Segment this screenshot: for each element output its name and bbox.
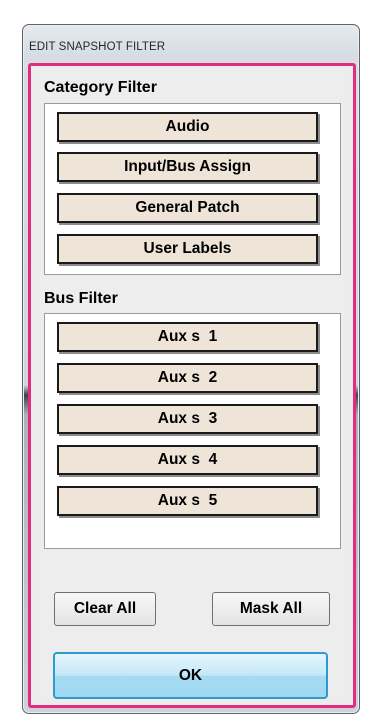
edit-snapshot-filter-window: EDIT SNAPSHOT FILTER Category Filter Aud…: [22, 24, 360, 714]
aux-1-button[interactable]: Aux s 1: [57, 322, 318, 352]
bus-filter-label: Bus Filter: [44, 290, 118, 307]
aux-2-button[interactable]: Aux s 2: [57, 363, 318, 393]
general-patch-button[interactable]: General Patch: [57, 193, 318, 223]
dialog-panel: Category Filter Audio Input/Bus Assign G…: [34, 69, 350, 702]
title-bar[interactable]: EDIT SNAPSHOT FILTER: [29, 37, 165, 53]
category-filter-box: Audio Input/Bus Assign General Patch Use…: [44, 103, 341, 275]
clear-all-button[interactable]: Clear All: [54, 592, 156, 626]
input-bus-assign-button[interactable]: Input/Bus Assign: [57, 152, 318, 182]
window-title: EDIT SNAPSHOT FILTER: [29, 41, 166, 53]
ok-button[interactable]: OK: [53, 652, 328, 699]
aux-4-button[interactable]: Aux s 4: [57, 445, 318, 475]
dialog-frame: Category Filter Audio Input/Bus Assign G…: [28, 63, 356, 708]
user-labels-button[interactable]: User Labels: [57, 234, 318, 264]
audio-button[interactable]: Audio: [57, 112, 318, 142]
aux-3-button[interactable]: Aux s 3: [57, 404, 318, 434]
mask-all-button[interactable]: Mask All: [212, 592, 330, 626]
bus-filter-box: Aux s 1 Aux s 2 Aux s 3 Aux s 4 Aux s 5: [44, 313, 341, 549]
category-filter-label: Category Filter: [44, 79, 157, 96]
aux-5-button[interactable]: Aux s 5: [57, 486, 318, 516]
